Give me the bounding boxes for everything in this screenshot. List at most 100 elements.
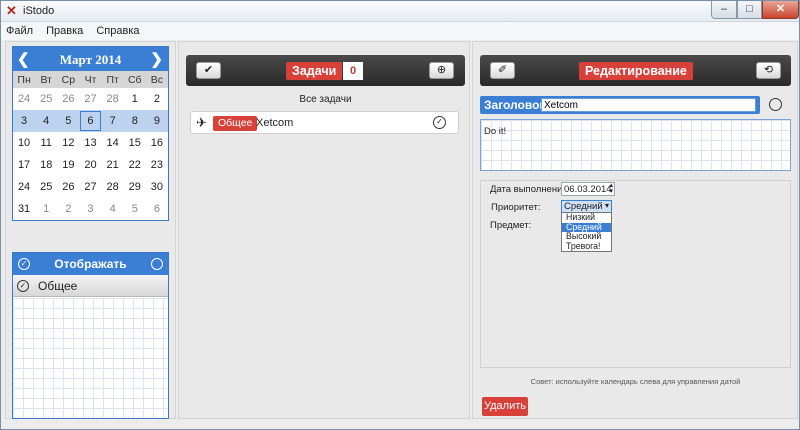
- next-month-icon[interactable]: ❯: [150, 50, 163, 68]
- editor-title: Редактирование: [579, 62, 693, 80]
- calendar-day[interactable]: 2: [146, 88, 168, 110]
- menu-help[interactable]: Справка: [91, 22, 144, 40]
- calendar-day[interactable]: 12: [57, 132, 79, 154]
- delete-button[interactable]: Удалить: [482, 397, 528, 416]
- x-logo-icon: ✕: [6, 3, 17, 18]
- calendar-day[interactable]: 24: [13, 88, 35, 110]
- tasks-count: 0: [343, 62, 363, 80]
- calendar-grid: Пн Вт Ср Чт Пт Сб Вс 24 25 26 27 28 1 2 3 4 5 6 7 8 9 10 11 12…: [13, 71, 168, 220]
- maximize-button[interactable]: □: [737, 1, 762, 19]
- menu-bar: Файл Правка Справка: [1, 22, 799, 40]
- calendar-day[interactable]: 26: [57, 88, 79, 110]
- title-bar: ✕ iStodo – □ ✕: [1, 1, 799, 22]
- close-button[interactable]: ✕: [762, 1, 799, 19]
- calendar-day[interactable]: 20: [79, 154, 101, 176]
- calendar-day[interactable]: 24: [13, 176, 35, 198]
- description-textarea[interactable]: Do it!: [480, 119, 791, 171]
- tasks-title: Задачи: [286, 62, 343, 80]
- priority-label: Приоритет:: [491, 202, 541, 213]
- calendar-day[interactable]: 27: [79, 88, 101, 110]
- pin-button[interactable]: ✐: [490, 62, 515, 79]
- calendar-day[interactable]: 13: [79, 132, 101, 154]
- calendar-day[interactable]: 6: [79, 110, 102, 132]
- weekday-header: Пн: [13, 71, 36, 88]
- plus-circle-icon: ⊕: [436, 64, 447, 76]
- repeat-icon: ⟲: [763, 64, 774, 76]
- task-done-icon[interactable]: ✓: [433, 116, 446, 129]
- calendar-day[interactable]: 11: [35, 132, 57, 154]
- checkmark-icon: ✔: [203, 64, 214, 76]
- calendar-day[interactable]: 2: [57, 198, 79, 220]
- calendar-day[interactable]: 14: [102, 132, 124, 154]
- spin-arrows-icon[interactable]: ▴ ▾: [609, 182, 613, 195]
- calendar-day[interactable]: 5: [124, 198, 146, 220]
- calendar-day[interactable]: 10: [13, 132, 35, 154]
- calendar-day[interactable]: 31: [13, 198, 35, 220]
- calendar-day[interactable]: 28: [102, 176, 124, 198]
- heading-input[interactable]: [541, 98, 756, 112]
- category-item-general[interactable]: ✓ Общее: [13, 275, 168, 297]
- calendar-day[interactable]: 28: [102, 88, 124, 110]
- minimize-button[interactable]: –: [711, 1, 737, 19]
- calendar-day[interactable]: 22: [124, 154, 146, 176]
- calendar-day[interactable]: 3: [79, 198, 101, 220]
- menu-file[interactable]: Файл: [1, 22, 38, 40]
- calendar-day[interactable]: 21: [102, 154, 124, 176]
- calendar-day[interactable]: 25: [35, 176, 57, 198]
- priority-dropdown: Низкий Средний Высокий Тревога!: [561, 212, 612, 252]
- heading-row: Заголовок: [480, 96, 760, 114]
- menu-edit[interactable]: Правка: [41, 22, 88, 40]
- display-panel: ✓ Отображать ✓ Общее: [12, 252, 169, 419]
- check-circle-icon[interactable]: ✓: [17, 280, 29, 292]
- due-date-input[interactable]: 06.03.2014 ▴ ▾: [561, 182, 615, 196]
- add-task-button[interactable]: ⊕: [429, 62, 454, 79]
- task-category-tag: Общее: [213, 116, 258, 131]
- heading-label: Заголовок: [484, 98, 546, 112]
- subject-label: Предмет:: [490, 220, 532, 231]
- priority-option-alarm[interactable]: Тревога!: [562, 241, 611, 252]
- calendar-day[interactable]: 19: [57, 154, 79, 176]
- calendar-day[interactable]: 8: [123, 110, 146, 132]
- airplane-icon: ✈: [196, 115, 207, 130]
- calendar-day[interactable]: 15: [124, 132, 146, 154]
- calendar-day[interactable]: 6: [146, 198, 168, 220]
- calendar-day[interactable]: 16: [146, 132, 168, 154]
- calendar-day[interactable]: 4: [35, 110, 58, 132]
- status-circle-icon[interactable]: [769, 98, 782, 111]
- task-name: Xetcom: [256, 117, 294, 129]
- pin-icon: ✐: [497, 64, 508, 76]
- weekday-header: Чт: [79, 71, 102, 88]
- weekday-header: Вс: [145, 71, 168, 88]
- display-list-area: [13, 298, 168, 418]
- weekday-header: Пт: [101, 71, 124, 88]
- repeat-button[interactable]: ⟲: [756, 62, 781, 79]
- editor-header: ✐ Редактирование ⟲: [480, 55, 791, 86]
- calendar-day[interactable]: 27: [79, 176, 101, 198]
- weekday-header: Сб: [123, 71, 146, 88]
- calendar-day[interactable]: 7: [101, 110, 124, 132]
- calendar-day[interactable]: 23: [146, 154, 168, 176]
- calendar-day[interactable]: 29: [124, 176, 146, 198]
- calendar-day[interactable]: 5: [57, 110, 80, 132]
- calendar-day[interactable]: 1: [35, 198, 57, 220]
- task-item[interactable]: ✈ Общее Xetcom ✓: [190, 111, 459, 134]
- calendar-day[interactable]: 26: [57, 176, 79, 198]
- complete-task-button[interactable]: ✔: [196, 62, 221, 79]
- calendar-day[interactable]: 17: [13, 154, 35, 176]
- chevron-down-icon: ▾: [604, 201, 609, 210]
- calendar-day[interactable]: 1: [124, 88, 146, 110]
- calendar-day[interactable]: 25: [35, 88, 57, 110]
- calendar-day[interactable]: 30: [146, 176, 168, 198]
- calendar-day[interactable]: 9: [145, 110, 168, 132]
- calendar-month-title: Март 2014: [59, 52, 122, 67]
- calendar-day[interactable]: 3: [13, 110, 36, 132]
- due-date-value: 06.03.2014: [564, 184, 612, 195]
- calendar-day[interactable]: 4: [102, 198, 124, 220]
- hint-text: Совет: используйте календарь слева для у…: [530, 377, 741, 386]
- calendar-header: ❮ Март 2014 ❯: [13, 47, 168, 71]
- weekday-header: Ср: [57, 71, 80, 88]
- calendar-day[interactable]: 18: [35, 154, 57, 176]
- tasks-header: ✔ Задачи 0 ⊕: [186, 55, 465, 86]
- uncheck-all-icon[interactable]: [151, 258, 163, 270]
- display-panel-header: ✓ Отображать: [13, 253, 168, 275]
